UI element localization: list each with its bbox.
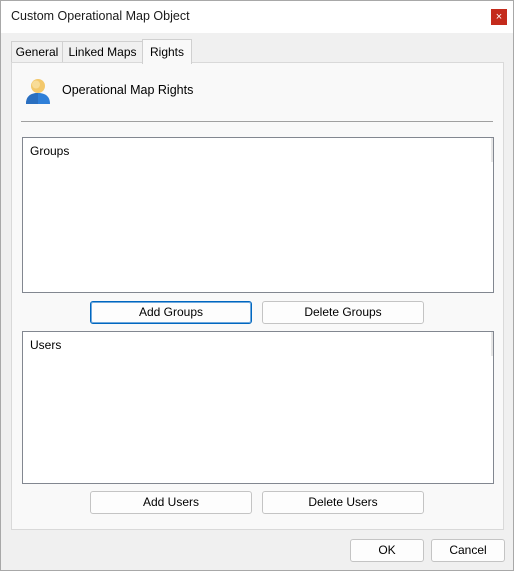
tab-rights-label: Rights xyxy=(149,45,184,59)
add-groups-button[interactable]: Add Groups xyxy=(90,301,252,324)
tab-rights[interactable]: Rights xyxy=(142,39,192,64)
users-list[interactable]: Users xyxy=(22,331,494,484)
cancel-label: Cancel xyxy=(449,543,487,557)
groups-column-header[interactable]: Groups xyxy=(30,144,69,158)
groups-column-resizer[interactable] xyxy=(491,138,493,162)
user-icon xyxy=(26,79,50,104)
ok-button[interactable]: OK xyxy=(350,539,424,562)
add-users-button[interactable]: Add Users xyxy=(90,491,252,514)
add-users-label: Add Users xyxy=(142,495,200,509)
users-column-header[interactable]: Users xyxy=(30,338,61,352)
close-button[interactable]: × xyxy=(491,9,507,25)
close-icon: × xyxy=(495,11,503,23)
window-title: Custom Operational Map Object xyxy=(11,9,190,23)
title-bar[interactable]: Custom Operational Map Object × xyxy=(1,1,513,33)
divider xyxy=(21,121,493,122)
tab-linked-maps[interactable]: Linked Maps xyxy=(62,41,143,63)
section-title: Operational Map Rights xyxy=(62,83,194,97)
ok-label: OK xyxy=(378,543,396,557)
tab-linked-maps-label: Linked Maps xyxy=(68,45,137,59)
delete-groups-button[interactable]: Delete Groups xyxy=(262,301,424,324)
tab-general-label: General xyxy=(15,45,59,59)
users-column-resizer[interactable] xyxy=(491,332,493,356)
tab-general[interactable]: General xyxy=(11,41,63,63)
delete-groups-label: Delete Groups xyxy=(304,305,382,319)
dialog-window: Custom Operational Map Object × General … xyxy=(0,0,514,571)
delete-users-label: Delete Users xyxy=(308,495,378,509)
add-groups-label: Add Groups xyxy=(138,305,204,319)
delete-users-button[interactable]: Delete Users xyxy=(262,491,424,514)
groups-list[interactable]: Groups xyxy=(22,137,494,293)
cancel-button[interactable]: Cancel xyxy=(431,539,505,562)
